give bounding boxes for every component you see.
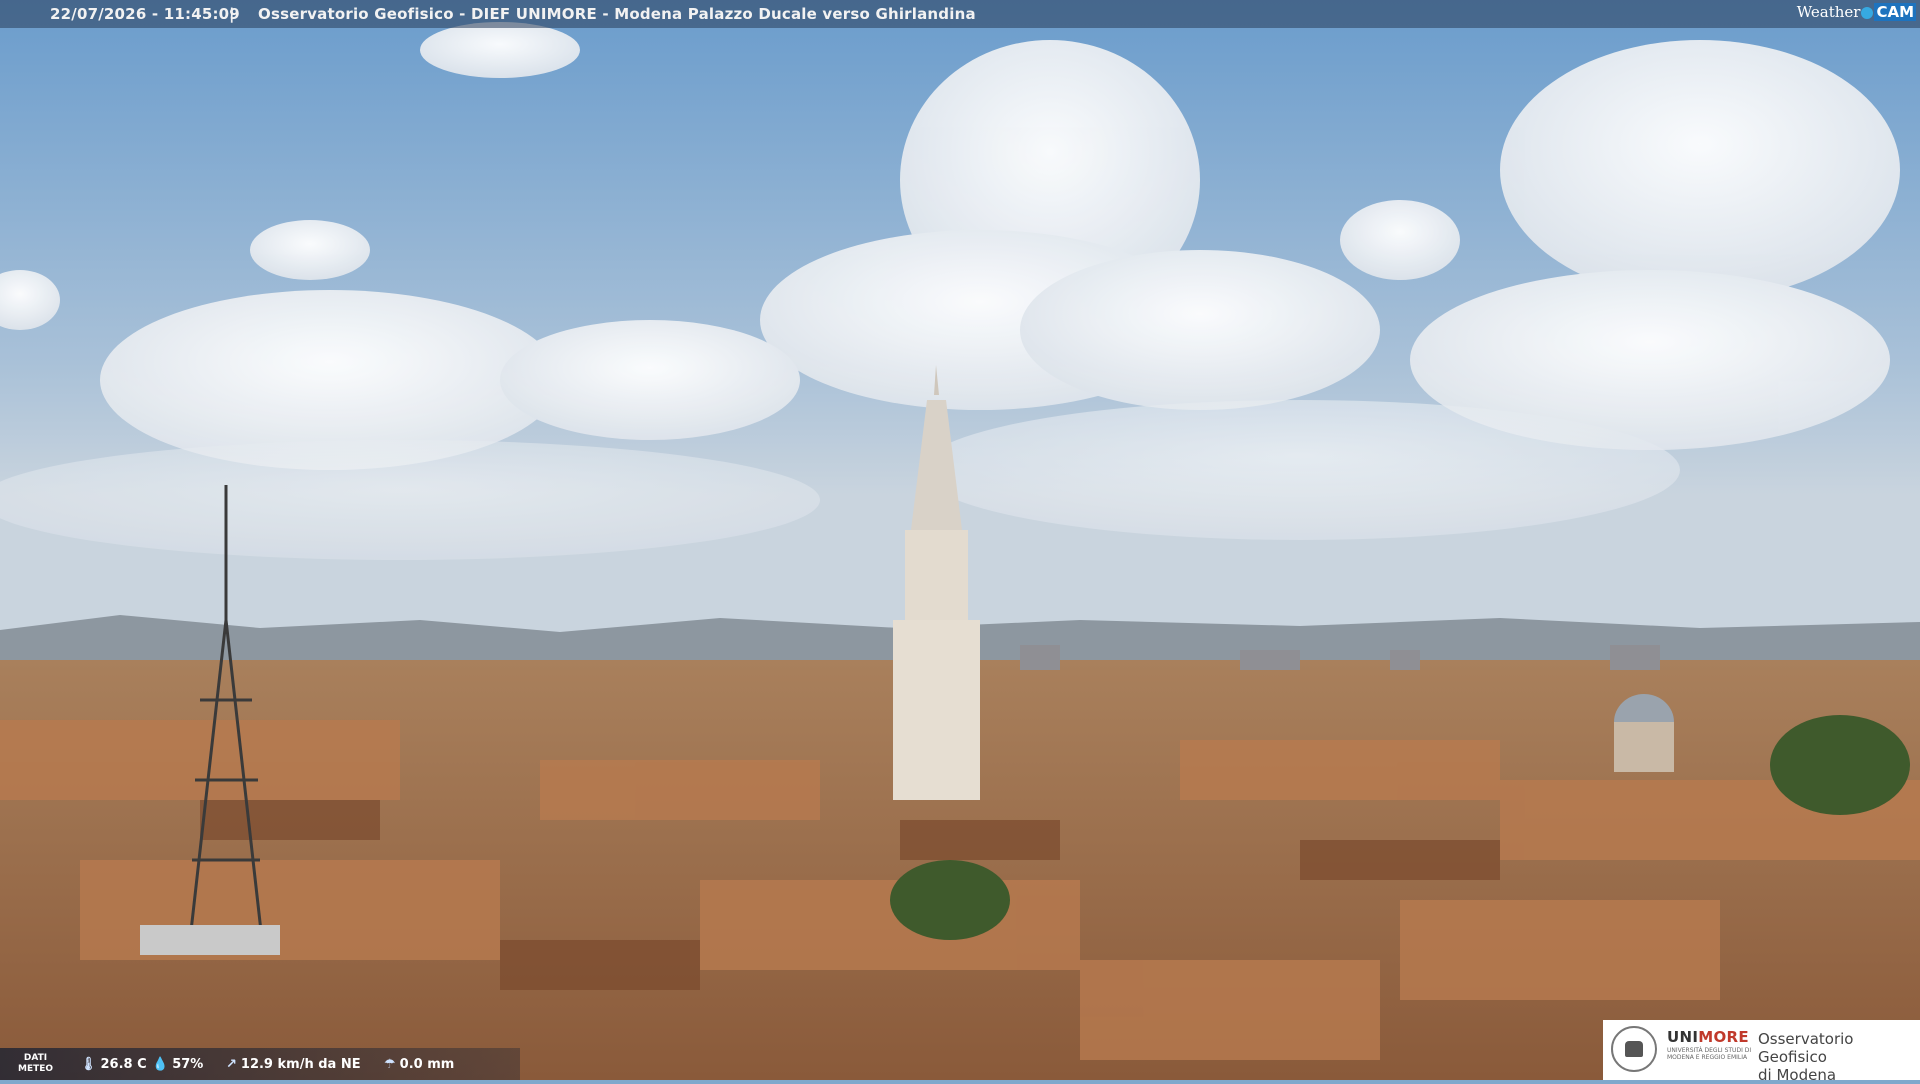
weather-data-bar: DATI METEO 🌡 26.8 C 💧 57% ↗ 12.9 km/h da NE… — [0, 1048, 520, 1080]
wind-icon: ↗ — [226, 1057, 237, 1072]
lens-icon — [1861, 7, 1874, 19]
observatory-name: Osservatorio Geofisico di Modena — [1758, 1030, 1854, 1084]
weathercam-logo: Weather CAM — [1797, 3, 1916, 21]
separator: | — [229, 5, 235, 23]
rain-icon: ☂ — [384, 1057, 396, 1072]
location-title: Osservatorio Geofisico - DIEF UNIMORE - … — [258, 5, 976, 23]
unimore-logo: UNIMORE UNIVERSITÀ DEGLI STUDI DI MODENA… — [1603, 1020, 1920, 1084]
header-bar: 22/07/2026 - 11:45:09 | Osservatorio Geo… — [0, 0, 1920, 28]
weather-label: DATI METEO — [18, 1053, 54, 1074]
unimore-subtitle: UNIVERSITÀ DEGLI STUDI DI MODENA E REGGI… — [1667, 1047, 1752, 1061]
brand-cam: CAM — [1874, 3, 1916, 21]
timestamp: 22/07/2026 - 11:45:09 — [50, 5, 240, 23]
humidity-reading: 💧 57% — [152, 1057, 204, 1072]
dome — [1614, 694, 1674, 772]
droplet-icon: 💧 — [152, 1057, 169, 1072]
temperature-reading: 🌡 26.8 C — [80, 1057, 147, 1072]
wind-reading: ↗ 12.9 km/h da NE — [226, 1057, 361, 1072]
rain-reading: ☂ 0.0 mm — [384, 1057, 455, 1072]
webcam-image — [0, 0, 1920, 1080]
university-seal-icon — [1611, 1026, 1657, 1072]
brand-weather: Weather — [1796, 3, 1861, 21]
unimore-wordmark: UNIMORE — [1667, 1028, 1749, 1046]
thermometer-icon: 🌡 — [80, 1057, 97, 1072]
antenna-base — [140, 925, 280, 955]
